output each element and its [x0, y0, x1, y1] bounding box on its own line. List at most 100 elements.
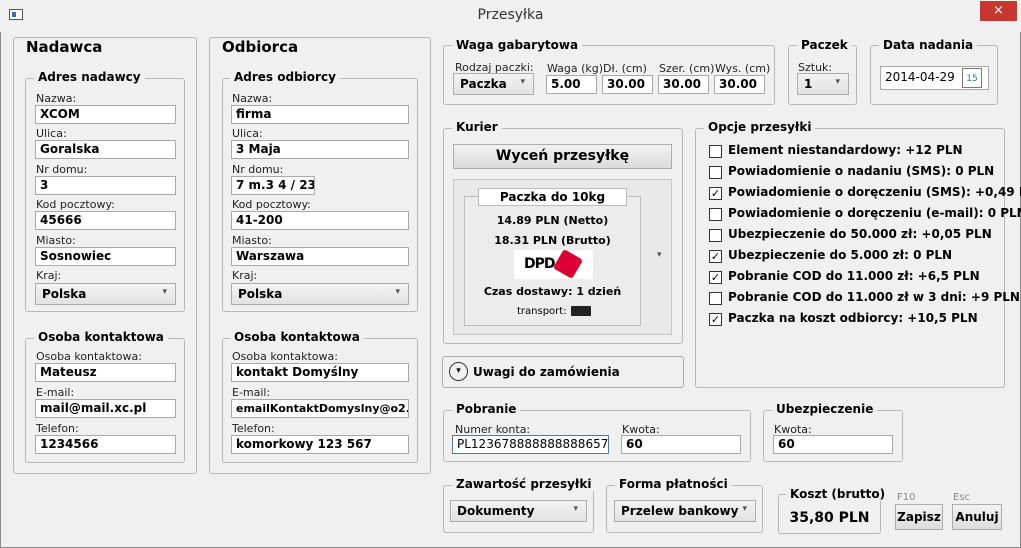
- sender-contact-title: Osoba kontaktowa: [34, 330, 168, 344]
- recipient-email-input[interactable]: emailKontaktDomyslny@o2.pl: [231, 399, 409, 418]
- width-input[interactable]: 30.00: [658, 75, 709, 94]
- sender-city-input[interactable]: Sosnowiec: [35, 247, 176, 266]
- length-label: Dł. (cm): [603, 62, 647, 75]
- sender-name-label: Nazwa:: [36, 92, 77, 105]
- recipient-title: Odbiorca: [218, 38, 303, 56]
- recipient-name-input[interactable]: firma: [231, 105, 409, 124]
- recipient-contact-input[interactable]: kontakt Domyślny: [231, 363, 409, 382]
- courier-title: Kurier: [452, 120, 502, 134]
- sender-zip-input[interactable]: 45666: [35, 211, 176, 230]
- option-checkbox[interactable]: ✓: [709, 187, 722, 200]
- content-title: Zawartość przesyłki: [452, 477, 596, 491]
- recipient-country-value: Polska: [238, 287, 283, 301]
- payment-select[interactable]: Przelew bankowy ▾: [614, 500, 756, 522]
- option-checkbox[interactable]: [709, 292, 722, 305]
- recipient-zip-label: Kod pocztowy:: [232, 198, 311, 211]
- sender-email-input[interactable]: mail@mail.xc.pl: [35, 399, 176, 418]
- option-label[interactable]: Powiadomienie o nadaniu (SMS): 0 PLN: [728, 164, 994, 178]
- notes-expander[interactable]: Uwagi do zamówienia: [442, 356, 684, 388]
- option-label[interactable]: Powiadomienie o doręczeniu (e-mail): 0 P…: [728, 206, 1021, 220]
- cod-account-input[interactable]: PL12367888888888865768: [452, 435, 609, 454]
- option-checkbox[interactable]: ✓: [709, 271, 722, 284]
- offer-net-price: 14.89 PLN (Netto): [496, 214, 609, 227]
- sender-city-label: Miasto:: [36, 234, 76, 247]
- sender-phone-input[interactable]: 1234566: [35, 435, 176, 454]
- content-select[interactable]: Dokumenty ▾: [450, 500, 587, 522]
- expand-chevron-icon[interactable]: ▾: [449, 362, 468, 381]
- recipient-street-label: Ulica:: [232, 127, 263, 140]
- package-type-value: Paczka: [460, 77, 507, 91]
- option-label[interactable]: Ubezpieczenie do 50.000 zł: +0,05 PLN: [728, 227, 992, 241]
- recipient-city-label: Miasto:: [232, 234, 272, 247]
- payment-value: Przelew bankowy: [621, 504, 739, 518]
- recipient-city-input[interactable]: Warszawa: [231, 247, 409, 266]
- sender-title: Nadawca: [22, 38, 107, 56]
- calendar-icon[interactable]: 15: [962, 68, 982, 88]
- sender-contact-input[interactable]: Mateusz: [35, 363, 176, 382]
- close-button[interactable]: ×: [980, 1, 1017, 21]
- sender-country-select[interactable]: Polska ▾: [35, 283, 176, 305]
- sender-address-title: Adres nadawcy: [34, 70, 145, 84]
- chevron-down-icon: ▾: [742, 504, 747, 514]
- chevron-down-icon: ▾: [520, 77, 525, 87]
- length-input[interactable]: 30.00: [602, 75, 653, 94]
- option-label[interactable]: Pobranie COD do 11.000 zł w 3 dni: +9 PL…: [728, 290, 1020, 304]
- calendar-day: 15: [966, 74, 978, 84]
- option-label[interactable]: Paczka na koszt odbiorcy: +10,5 PLN: [728, 311, 978, 325]
- option-checkbox[interactable]: ✓: [709, 313, 722, 326]
- option-checkbox[interactable]: [709, 208, 722, 221]
- option-checkbox[interactable]: [709, 166, 722, 179]
- cancel-button[interactable]: Anuluj: [952, 504, 1002, 530]
- package-count-select[interactable]: 1 ▾: [797, 73, 849, 95]
- recipient-phone-input[interactable]: komorkowy 123 567: [231, 435, 409, 454]
- sender-name-input[interactable]: XCOM: [35, 105, 176, 124]
- option-checkbox[interactable]: ✓: [709, 250, 722, 263]
- recipient-address-title: Adres odbiorcy: [230, 70, 340, 84]
- sender-country-label: Kraj:: [36, 269, 62, 282]
- cod-amount-input[interactable]: 60: [621, 435, 741, 454]
- chevron-down-icon: ▾: [162, 287, 167, 297]
- height-input[interactable]: 30.00: [714, 75, 765, 94]
- sender-phone-label: Telefon:: [36, 422, 79, 435]
- package-type-select[interactable]: Paczka ▾: [453, 73, 534, 95]
- options-title: Opcje przesyłki: [704, 120, 816, 134]
- option-checkbox[interactable]: [709, 229, 722, 242]
- option-label[interactable]: Pobranie COD do 11.000 zł: +6,5 PLN: [728, 269, 980, 283]
- weight-kg-input[interactable]: 5.00: [546, 75, 597, 94]
- package-count-title: Paczek: [797, 38, 852, 52]
- sender-zip-label: Kod pocztowy:: [36, 198, 115, 211]
- weight-kg-label: Waga (kg): [547, 62, 604, 75]
- offer-gross-price: 18.31 PLN (Brutto): [494, 234, 611, 247]
- cod-title: Pobranie: [452, 402, 521, 416]
- recipient-contact-title: Osoba kontaktowa: [230, 330, 364, 344]
- insurance-title: Ubezpieczenie: [772, 402, 878, 416]
- sender-country-value: Polska: [42, 287, 87, 301]
- quote-button[interactable]: Wyceń przesyłkę: [453, 144, 672, 169]
- recipient-street-input[interactable]: 3 Maja: [231, 140, 409, 159]
- sender-street-input[interactable]: Goralska: [35, 140, 176, 159]
- truck-icon: [571, 306, 591, 316]
- cancel-shortcut-hint: Esc: [953, 492, 971, 503]
- sender-contact-label: Osoba kontaktowa:: [36, 350, 142, 363]
- option-checkbox[interactable]: [709, 145, 722, 158]
- height-label: Wys. (cm): [715, 62, 771, 75]
- transport-label: transport:: [517, 306, 567, 317]
- sender-house-input[interactable]: 3: [35, 176, 176, 195]
- date-value: 2014-04-29: [885, 70, 955, 84]
- chevron-down-icon[interactable]: ▾: [657, 250, 662, 260]
- delivery-time: Czas dostawy: 1 dzień: [483, 285, 622, 298]
- insurance-amount-input[interactable]: 60: [773, 435, 893, 454]
- save-button[interactable]: Zapisz: [895, 504, 943, 530]
- recipient-house-input[interactable]: 7 m.3 4 / 235: [231, 176, 315, 195]
- recipient-phone-label: Telefon:: [232, 422, 275, 435]
- option-label[interactable]: Element niestandardowy: +12 PLN: [728, 143, 963, 157]
- package-count-value: 1: [804, 77, 813, 91]
- dpd-logo-text: DPD: [524, 256, 556, 272]
- recipient-country-select[interactable]: Polska ▾: [231, 283, 409, 305]
- recipient-zip-input[interactable]: 41-200: [231, 211, 409, 230]
- chevron-down-icon: ▾: [395, 287, 400, 297]
- sender-house-label: Nr domu:: [36, 163, 88, 176]
- option-label[interactable]: Powiadomienie o doręczeniu (SMS): +0,49 …: [728, 185, 1021, 199]
- option-label[interactable]: Ubezpieczenie do 5.000 zł: 0 PLN: [728, 248, 952, 262]
- recipient-house-label: Nr domu:: [232, 163, 284, 176]
